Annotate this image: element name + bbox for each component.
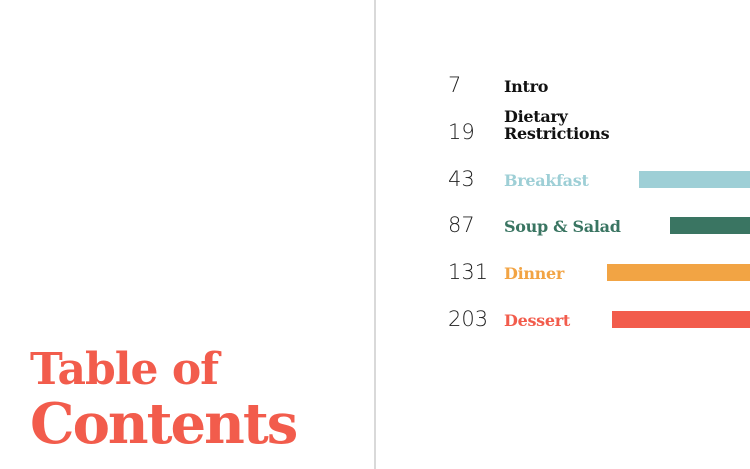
title-line-2: Contents [30,391,298,457]
section-label: Soup & Salad [504,217,621,236]
page-number: 203 [448,307,489,331]
toc-entry-dinner[interactable]: 131 Dinner [448,260,750,290]
section-color-bar [607,264,750,281]
toc-entry-soup-salad[interactable]: 87 Soup & Salad [448,213,750,243]
toc-entry-dietary[interactable]: 19 Dietary Restrictions [448,108,750,148]
page-number: 131 [448,260,489,284]
page-number: 43 [448,167,475,191]
toc-entry-dessert[interactable]: 203 Dessert [448,307,750,337]
section-label: Dietary [504,107,568,126]
toc-entry-breakfast[interactable]: 43 Breakfast [448,167,750,197]
section-label: Dinner [504,264,565,283]
page-number: 19 [448,120,475,144]
section-label: Intro [504,77,549,96]
section-color-bar [639,171,750,188]
section-label: Dessert [504,311,570,330]
page-number: 7 [448,73,462,97]
title-line-1: Table of [30,344,219,395]
page-number: 87 [448,213,475,237]
section-label-line-2: Restrictions [504,124,610,143]
section-color-bar [612,311,750,328]
toc-entry-intro[interactable]: 7 Intro [448,73,750,103]
section-label: Breakfast [504,171,589,190]
page-divider [374,0,376,469]
section-color-bar [670,217,750,234]
